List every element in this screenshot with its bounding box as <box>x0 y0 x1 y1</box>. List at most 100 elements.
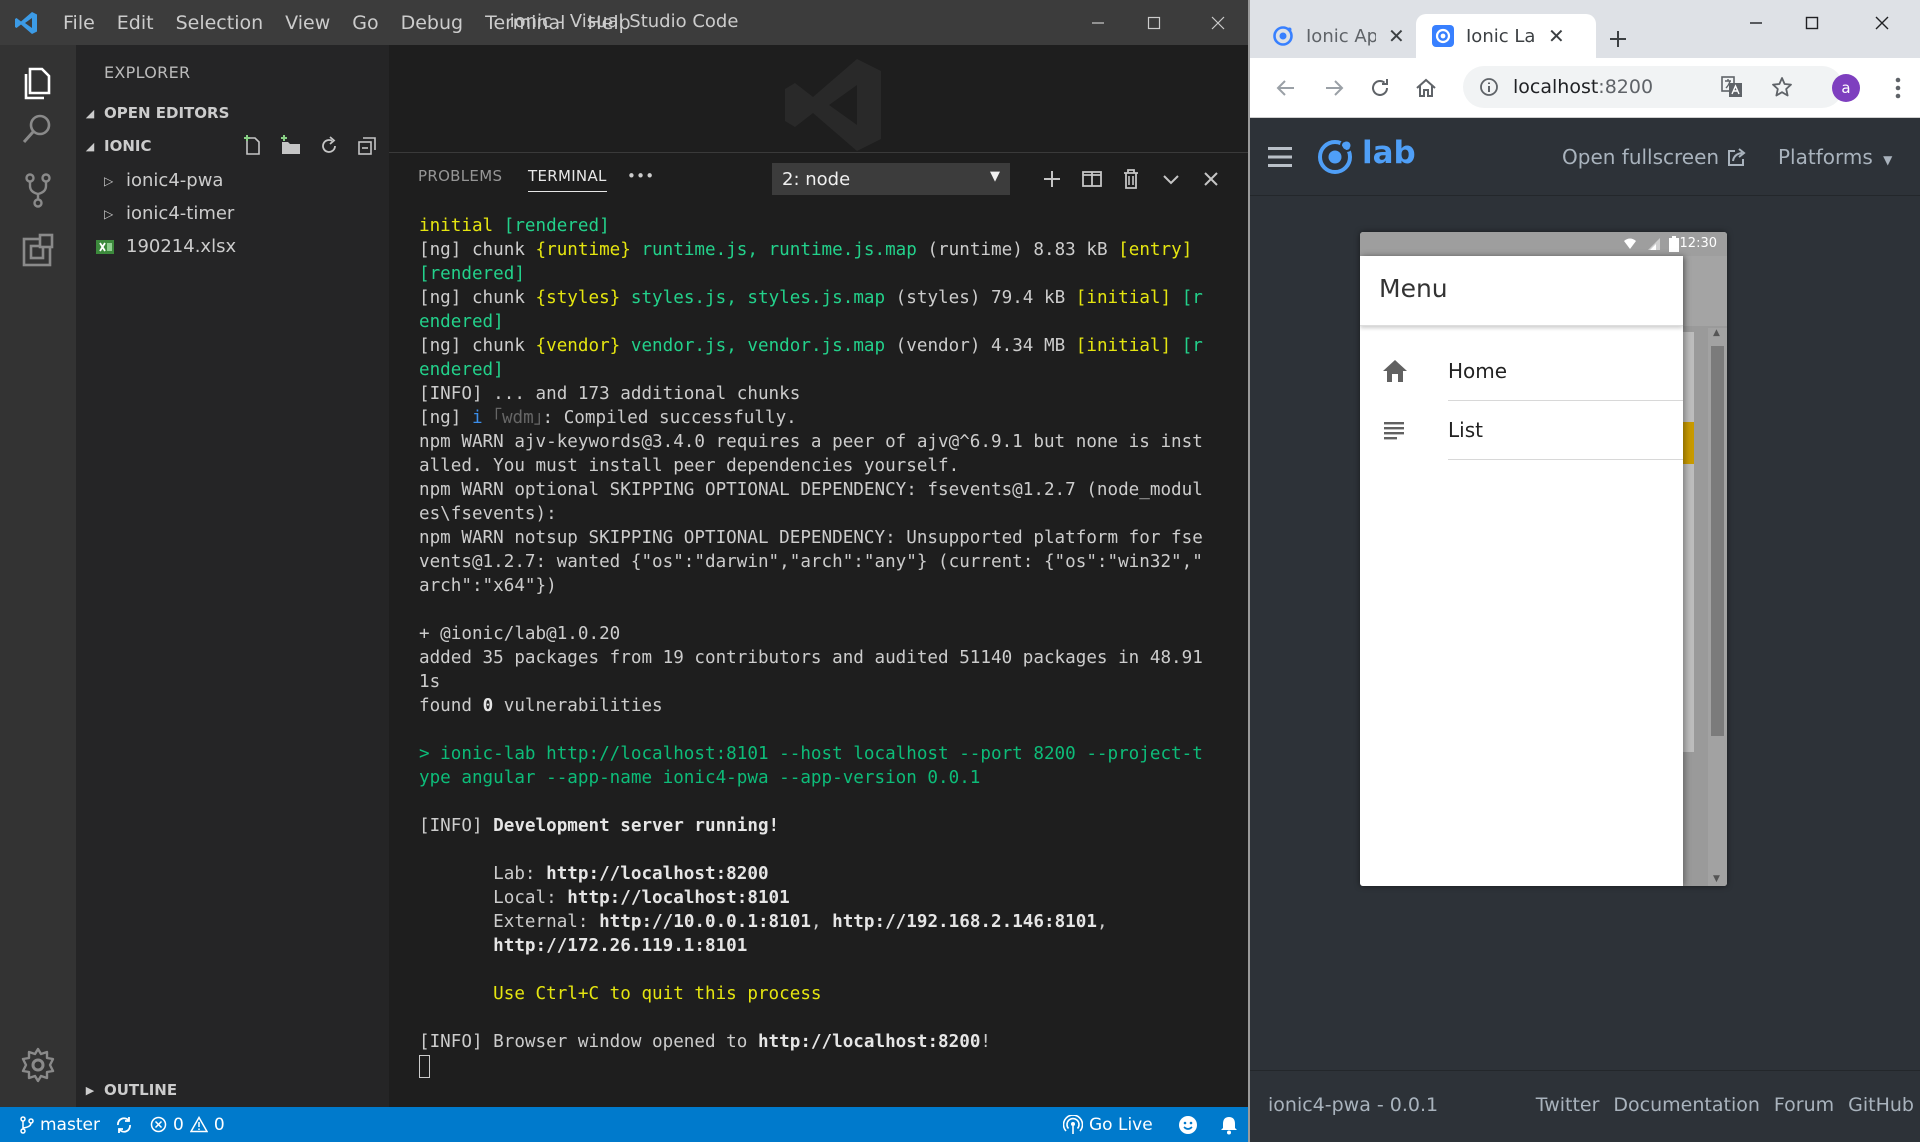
twitter-link[interactable]: Twitter <box>1536 1094 1600 1116</box>
terminal-text: vulnerabilities <box>493 696 663 716</box>
terminal-text: [INFO] <box>419 816 494 836</box>
terminal-line: alled. You must install peer dependencie… <box>419 454 1244 478</box>
terminal-text: npm WARN optional SKIPPING OPTIONAL DEPE… <box>419 480 1203 500</box>
split-terminal-button[interactable] <box>1077 164 1107 194</box>
app-toolbar-behind <box>1682 256 1727 326</box>
sync-button[interactable] <box>115 1107 133 1142</box>
hamburger-menu-icon[interactable] <box>1268 146 1292 168</box>
footer-links: Twitter Documentation Forum GitHub <box>1536 1094 1914 1116</box>
chrome-close-button[interactable] <box>1854 6 1910 40</box>
terminal-output[interactable]: initial [rendered] [ng] chunk {runtime} r… <box>419 214 1244 1078</box>
forward-button[interactable] <box>1318 72 1350 104</box>
tab-problems[interactable]: PROBLEMS <box>418 167 502 185</box>
menu-debug[interactable]: Debug <box>390 12 474 34</box>
scroll-up-icon[interactable]: ▲ <box>1713 328 1720 338</box>
problems-status[interactable]: 0 0 <box>150 1107 225 1142</box>
side-menu-toolbar: Menu <box>1360 256 1683 326</box>
menu-terminal[interactable]: Terminal <box>474 12 576 34</box>
kill-terminal-button[interactable] <box>1116 164 1146 194</box>
new-terminal-button[interactable] <box>1037 164 1067 194</box>
caret-down-icon: ▼ <box>1883 153 1893 167</box>
source-control-icon[interactable] <box>18 170 58 210</box>
menu-item-list[interactable]: List <box>1360 401 1683 460</box>
new-folder-icon[interactable] <box>279 134 303 158</box>
minimize-button[interactable] <box>1070 0 1126 45</box>
browser-tab-ionic-lab[interactable]: Ionic Lab ✕ <box>1416 14 1596 58</box>
ionic-lab-preview: 12:30 ▲ ▼ Menu Home List <box>1250 196 1920 1062</box>
open-editors-header[interactable]: ◢ OPEN EDITORS <box>76 97 389 129</box>
terminal-select[interactable]: 2: node ▼ <box>772 163 1010 195</box>
terminal-text: http://192.168.2.146:8101 <box>832 912 1097 932</box>
terminal-text: arch":"x64"}) <box>419 576 557 596</box>
open-fullscreen-label: Open fullscreen <box>1562 145 1720 169</box>
profile-avatar[interactable]: a <box>1832 74 1860 102</box>
collapse-all-icon[interactable] <box>355 134 379 158</box>
folder-header-ionic[interactable]: ◢ IONIC <box>76 130 389 162</box>
terminal-text: {styles} <box>535 288 621 308</box>
tree-folder-ionic4-pwa[interactable]: ▷ ionic4-pwa <box>76 164 389 197</box>
address-bar[interactable]: localhost:8200 <box>1463 66 1843 108</box>
menu-selection[interactable]: Selection <box>165 12 275 34</box>
home-button[interactable] <box>1410 72 1442 104</box>
close-icon <box>1211 16 1225 29</box>
open-fullscreen-link[interactable]: Open fullscreen <box>1562 145 1747 169</box>
refresh-icon[interactable] <box>317 134 341 158</box>
error-icon <box>150 1116 167 1133</box>
search-icon[interactable] <box>18 109 58 149</box>
chrome-minimize-button[interactable] <box>1728 6 1784 40</box>
close-window-button[interactable] <box>1190 0 1246 45</box>
notifications-button[interactable] <box>1220 1107 1238 1142</box>
close-panel-button[interactable] <box>1196 164 1226 194</box>
menu-item-home[interactable]: Home <box>1360 342 1683 401</box>
menu-view[interactable]: View <box>274 12 341 34</box>
terminal-line: ype angular --app-name ionic4-pwa --app-… <box>419 766 1244 790</box>
go-live-button[interactable]: Go Live <box>1063 1107 1153 1142</box>
explorer-actions <box>241 130 379 162</box>
tree-item-label: ionic4-timer <box>126 203 235 224</box>
external-share-icon <box>1728 148 1746 166</box>
tab-terminal[interactable]: TERMINAL <box>528 167 607 192</box>
menu-help[interactable]: Help <box>576 12 641 34</box>
new-file-icon[interactable] <box>241 134 265 158</box>
feedback-button[interactable] <box>1178 1107 1198 1142</box>
git-branch-button[interactable]: master <box>20 1107 100 1142</box>
more-actions-button[interactable]: ••• <box>627 167 654 185</box>
maximize-panel-button[interactable] <box>1156 164 1186 194</box>
forum-link[interactable]: Forum <box>1774 1094 1834 1116</box>
chrome-maximize-button[interactable] <box>1784 6 1840 40</box>
info-icon <box>1480 78 1498 96</box>
ionic-logo-icon[interactable] <box>1316 138 1354 176</box>
explorer-files-icon[interactable] <box>18 63 58 103</box>
terminal-text: added 35 packages from 19 contributors a… <box>419 648 1203 668</box>
maximize-button[interactable] <box>1126 0 1182 45</box>
menu-go[interactable]: Go <box>341 12 389 34</box>
reload-button[interactable] <box>1364 72 1396 104</box>
documentation-link[interactable]: Documentation <box>1613 1094 1759 1116</box>
tree-folder-ionic4-timer[interactable]: ▷ ionic4-timer <box>76 197 389 230</box>
device-scrollbar-thumb[interactable] <box>1711 346 1724 736</box>
browser-tab-ionic-app[interactable]: Ionic App ✕ <box>1256 14 1406 58</box>
outline-header[interactable]: ▶ OUTLINE <box>76 1074 389 1106</box>
new-tab-button[interactable] <box>1608 22 1628 57</box>
kebab-menu-icon[interactable] <box>1882 72 1914 104</box>
close-tab-icon[interactable]: ✕ <box>1388 24 1405 48</box>
tab-title: Ionic Lab <box>1466 25 1536 47</box>
terminal-text: endered] <box>419 360 504 380</box>
platforms-dropdown[interactable]: Platforms ▼ <box>1778 145 1892 169</box>
terminal-line: npm WARN optional SKIPPING OPTIONAL DEPE… <box>419 478 1244 502</box>
translate-icon[interactable] <box>1721 76 1743 98</box>
tree-file-xlsx[interactable]: 190214.xlsx <box>76 230 389 263</box>
menu-edit[interactable]: Edit <box>106 12 165 34</box>
menu-file[interactable]: File <box>52 12 106 34</box>
scroll-down-icon[interactable]: ▼ <box>1713 874 1720 884</box>
settings-gear-icon[interactable] <box>18 1045 58 1085</box>
close-tab-icon[interactable]: ✕ <box>1548 24 1565 48</box>
back-button[interactable] <box>1270 72 1302 104</box>
terminal-text: npm WARN ajv-keywords@3.4.0 requires a p… <box>419 432 1203 452</box>
github-link[interactable]: GitHub <box>1848 1094 1914 1116</box>
extensions-icon[interactable] <box>18 231 58 271</box>
bookmark-star-icon[interactable] <box>1771 76 1793 98</box>
wifi-icon <box>1624 238 1636 249</box>
terminal-text: (vendor) 4.34 MB <box>885 336 1076 356</box>
